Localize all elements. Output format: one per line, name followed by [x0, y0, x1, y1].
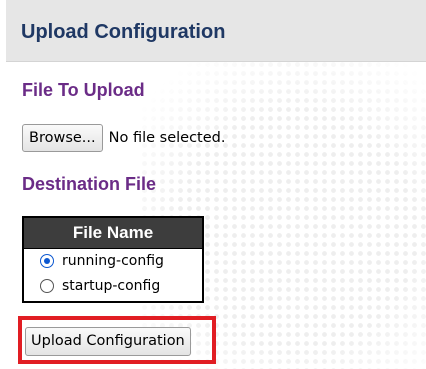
destination-file-heading: Destination File	[22, 174, 157, 194]
option-label: running-config	[62, 253, 164, 269]
page-title: Upload Configuration	[21, 21, 226, 43]
option-label: startup-config	[62, 278, 161, 294]
file-name-table: File Name running-config startup-config	[22, 216, 204, 303]
option-startup-config[interactable]: startup-config	[24, 273, 202, 301]
page-header: Upload Configuration	[6, 0, 426, 62]
radio-unselected-icon[interactable]	[40, 279, 54, 293]
file-to-upload-heading: File To Upload	[22, 80, 145, 100]
file-status-text: No file selected.	[108, 130, 226, 146]
file-picker: Browse... No file selected.	[22, 123, 225, 153]
option-running-config[interactable]: running-config	[24, 249, 202, 273]
file-name-header: File Name	[24, 218, 202, 249]
upload-configuration-button[interactable]: Upload Configuration	[25, 327, 191, 356]
upload-config-page: Upload Configuration File To Upload Brow…	[0, 0, 426, 369]
radio-selected-icon[interactable]	[40, 254, 54, 268]
browse-button[interactable]: Browse...	[22, 124, 103, 152]
